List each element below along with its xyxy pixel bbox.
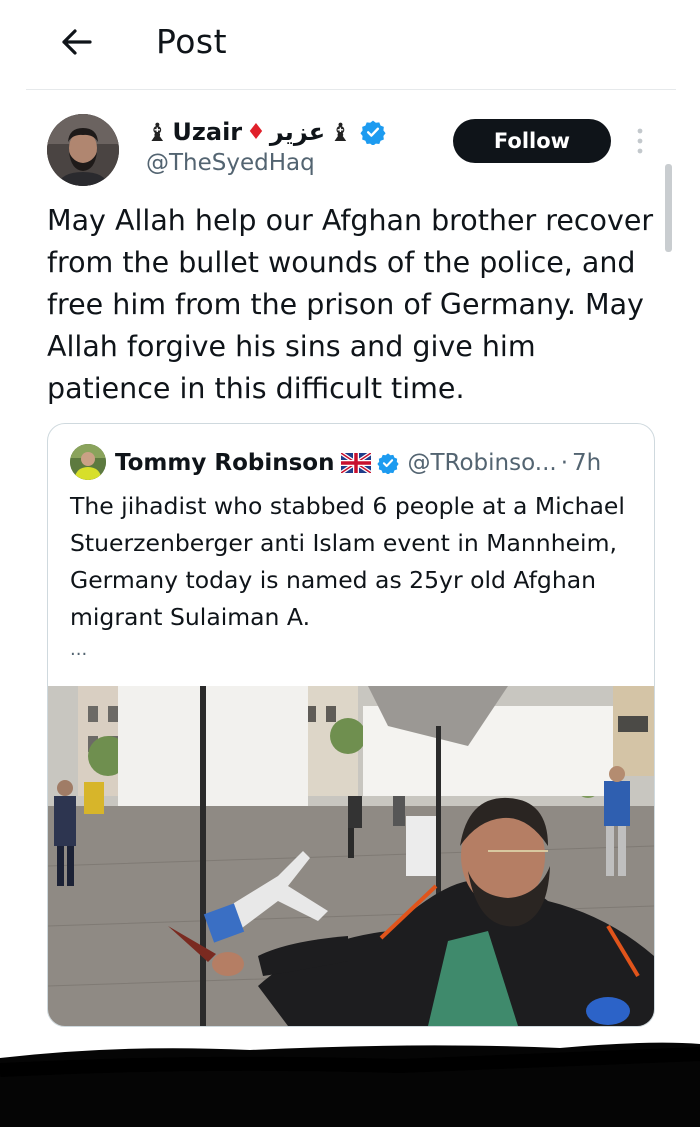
separator-dot: · xyxy=(560,450,569,476)
uk-flag-icon xyxy=(341,453,372,473)
follow-button[interactable]: Follow xyxy=(453,119,611,163)
scrollbar[interactable] xyxy=(665,164,672,252)
avatar[interactable] xyxy=(47,114,119,186)
quote-header: Tommy Robinson @TRobinso... · 7h xyxy=(115,446,601,480)
author-arabic-name: عزير xyxy=(269,118,326,146)
chess-pawn-icon: ♝ xyxy=(329,117,352,147)
quote-media-photo[interactable] xyxy=(48,686,654,1026)
red-diamond-icon: ♦ xyxy=(246,119,266,145)
quoted-post[interactable]: Tommy Robinson @TRobinso... · 7h The jih… xyxy=(47,423,655,1027)
author-name: Uzair xyxy=(172,118,243,146)
chess-pawn-icon: ♝ xyxy=(146,117,169,147)
quote-author-name[interactable]: Tommy Robinson xyxy=(115,450,334,476)
back-button[interactable] xyxy=(56,22,96,62)
verified-badge-icon xyxy=(377,453,400,474)
quote-truncation: ... xyxy=(70,639,88,660)
arrow-left-icon xyxy=(62,29,92,55)
post-text: May Allah help our Afghan brother recove… xyxy=(47,204,654,405)
quote-author-handle[interactable]: @TRobinso... xyxy=(407,450,556,476)
verified-badge-icon xyxy=(359,120,386,145)
header-divider xyxy=(26,89,676,90)
post-page: Post ♝ Uzair ♦ عزير ♝ @TheSyedHaq Follow… xyxy=(0,0,700,1127)
page-title: Post xyxy=(156,22,228,61)
more-options-icon[interactable] xyxy=(633,126,647,156)
redaction-mark xyxy=(0,1042,700,1127)
author-name-row[interactable]: ♝ Uzair ♦ عزير ♝ xyxy=(146,114,386,150)
quote-timestamp[interactable]: 7h xyxy=(572,450,601,476)
author-handle[interactable]: @TheSyedHaq xyxy=(146,150,315,176)
top-bar: Post xyxy=(0,0,700,90)
quote-text: The jihadist who stabbed 6 people at a M… xyxy=(70,492,625,631)
quote-avatar[interactable] xyxy=(70,444,106,480)
